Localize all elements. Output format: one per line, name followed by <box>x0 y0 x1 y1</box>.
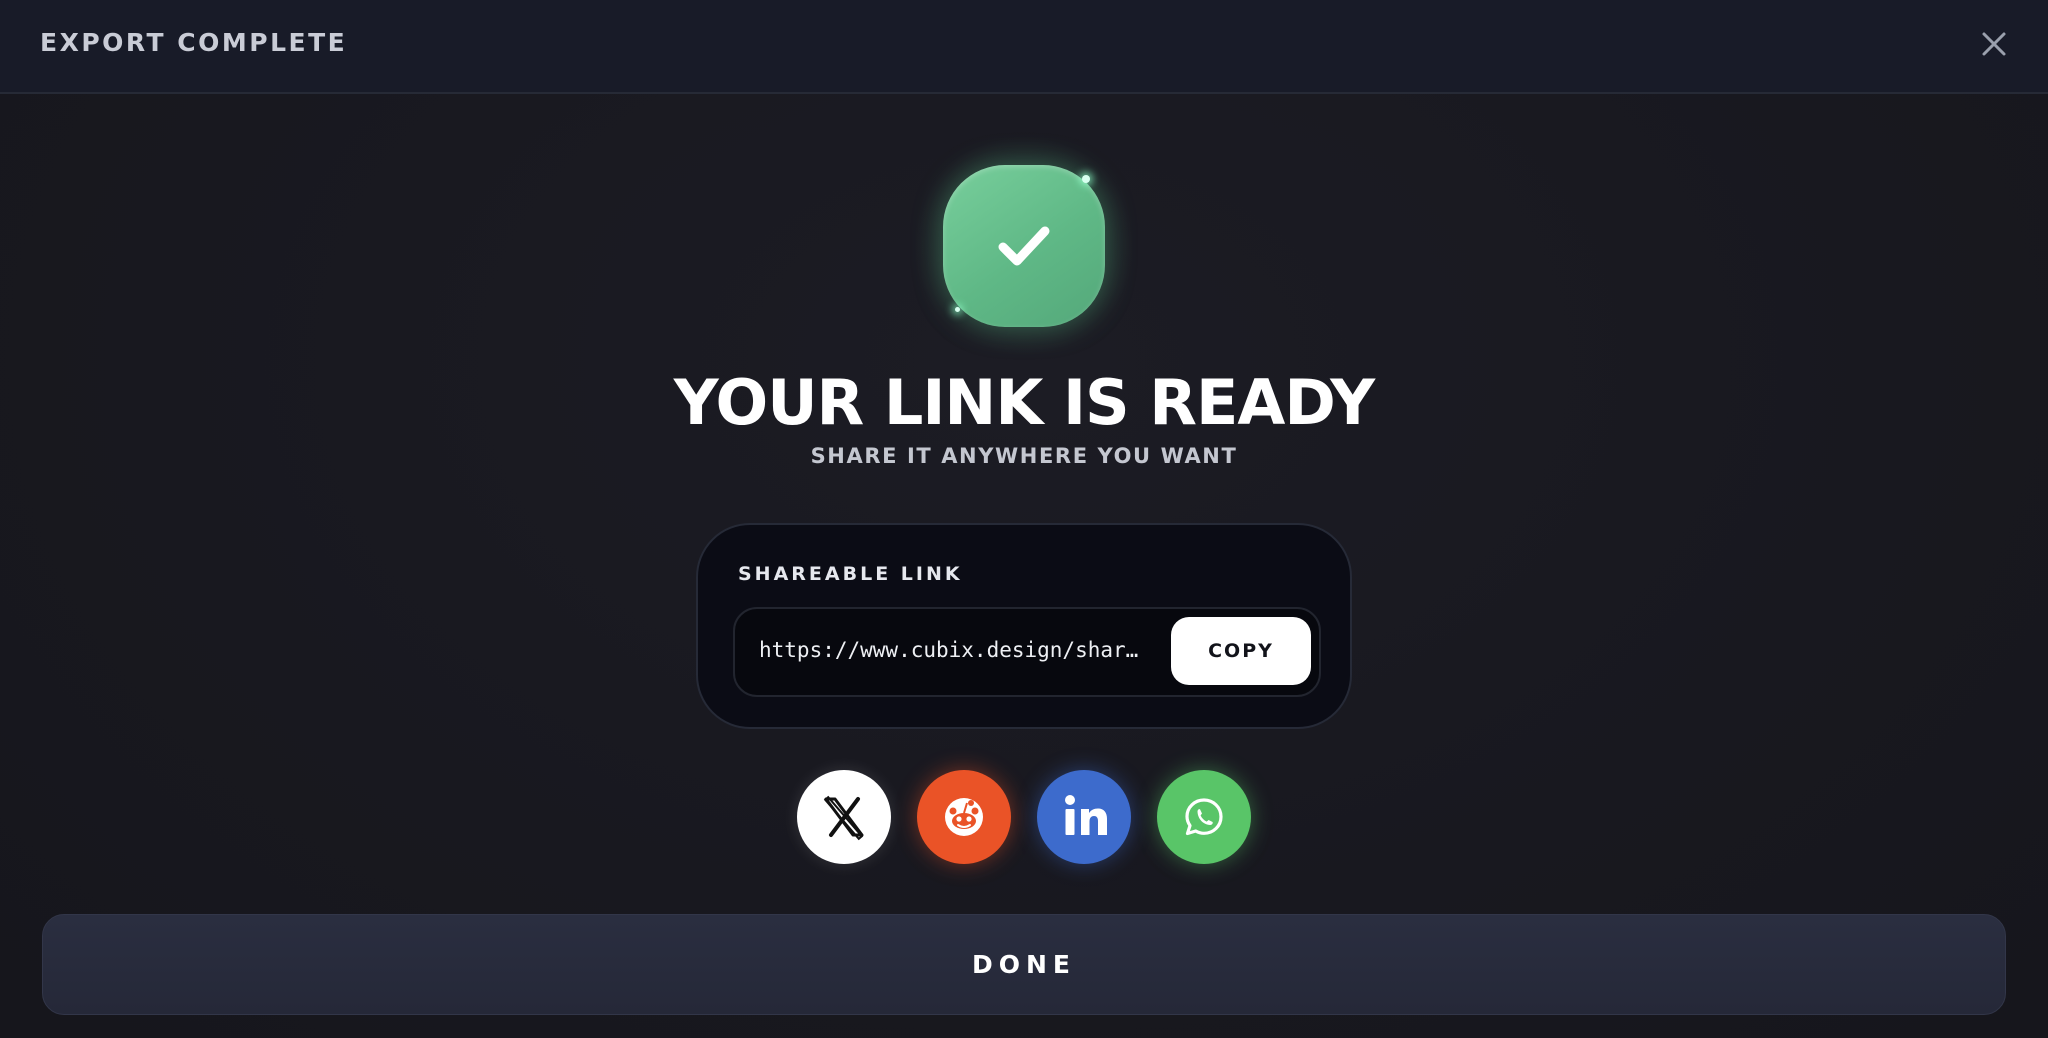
share-reddit-button[interactable] <box>917 770 1011 864</box>
dialog-header: EXPORT COMPLETE <box>0 0 2048 94</box>
success-badge <box>943 165 1105 327</box>
close-icon <box>1982 32 2006 56</box>
sparkle <box>1082 175 1090 183</box>
link-field[interactable]: https://www.cubix.design/shar… COPY <box>733 607 1321 697</box>
share-linkedin-button[interactable] <box>1037 770 1131 864</box>
share-buttons <box>0 770 2048 864</box>
whatsapp-icon <box>1185 798 1223 836</box>
share-x-button[interactable] <box>797 770 891 864</box>
dialog-title: EXPORT COMPLETE <box>40 28 348 57</box>
linkedin-icon <box>1065 795 1107 835</box>
export-complete-dialog: EXPORT COMPLETE YOUR LINK IS READY SHARE… <box>0 0 2048 1038</box>
close-button[interactable] <box>1974 24 2014 64</box>
check-icon <box>998 226 1050 266</box>
shareable-link-label: SHAREABLE LINK <box>738 563 963 585</box>
x-logo-icon <box>823 795 864 841</box>
page-subtitle: SHARE IT ANYWHERE YOU WANT <box>810 444 1238 468</box>
reddit-icon <box>945 798 983 836</box>
link-url-text[interactable]: https://www.cubix.design/shar… <box>759 638 1151 662</box>
success-indicator <box>913 135 1135 357</box>
shareable-link-card: SHAREABLE LINK https://www.cubix.design/… <box>696 523 1352 729</box>
page-title: YOUR LINK IS READY <box>673 366 1375 439</box>
share-whatsapp-button[interactable] <box>1157 770 1251 864</box>
copy-button[interactable]: COPY <box>1171 617 1311 685</box>
sparkle <box>955 307 960 312</box>
done-button[interactable]: DONE <box>42 914 2006 1015</box>
